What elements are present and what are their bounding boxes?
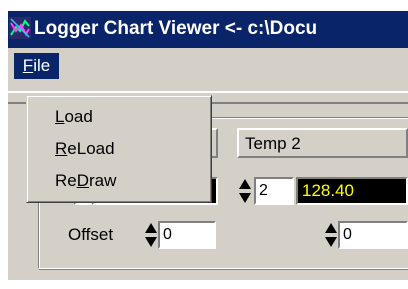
window-title: Logger Chart Viewer <- c:\Docu bbox=[34, 18, 318, 39]
offset-label: Offset bbox=[68, 225, 114, 244]
title-bar[interactable]: Logger Chart Viewer <- c:\Docu bbox=[8, 11, 408, 48]
menu-file-label: ile bbox=[33, 56, 51, 75]
file-menu-dropdown: Load ReLoad ReDraw bbox=[26, 95, 212, 203]
chart-logo-icon bbox=[9, 17, 31, 39]
readout-temp2: 128.40 bbox=[296, 177, 408, 205]
column-header-temp2[interactable]: Temp 2 bbox=[237, 128, 408, 158]
menu-bar: File bbox=[8, 48, 408, 83]
menu-file-mnemonic: F bbox=[22, 56, 34, 75]
offset-field-1[interactable]: 0 bbox=[158, 221, 216, 249]
menu-file[interactable]: File bbox=[14, 53, 59, 79]
menu-item-redraw[interactable]: ReDraw bbox=[31, 166, 207, 196]
menu-item-reload[interactable]: ReLoad bbox=[31, 134, 207, 164]
offset-spin-icon-2[interactable] bbox=[324, 221, 338, 249]
offset-field-2[interactable]: 0 bbox=[338, 221, 408, 249]
channel-spin-icon-2[interactable] bbox=[238, 177, 252, 205]
menu-item-load[interactable]: Load bbox=[31, 102, 207, 132]
column-header-temp2-label: Temp 2 bbox=[245, 134, 301, 153]
channel-field-2[interactable]: 2 bbox=[254, 177, 294, 205]
app-window: Logger Chart Viewer <- c:\Docu File Offs… bbox=[8, 11, 408, 280]
offset-spin-icon-1[interactable] bbox=[144, 221, 158, 249]
